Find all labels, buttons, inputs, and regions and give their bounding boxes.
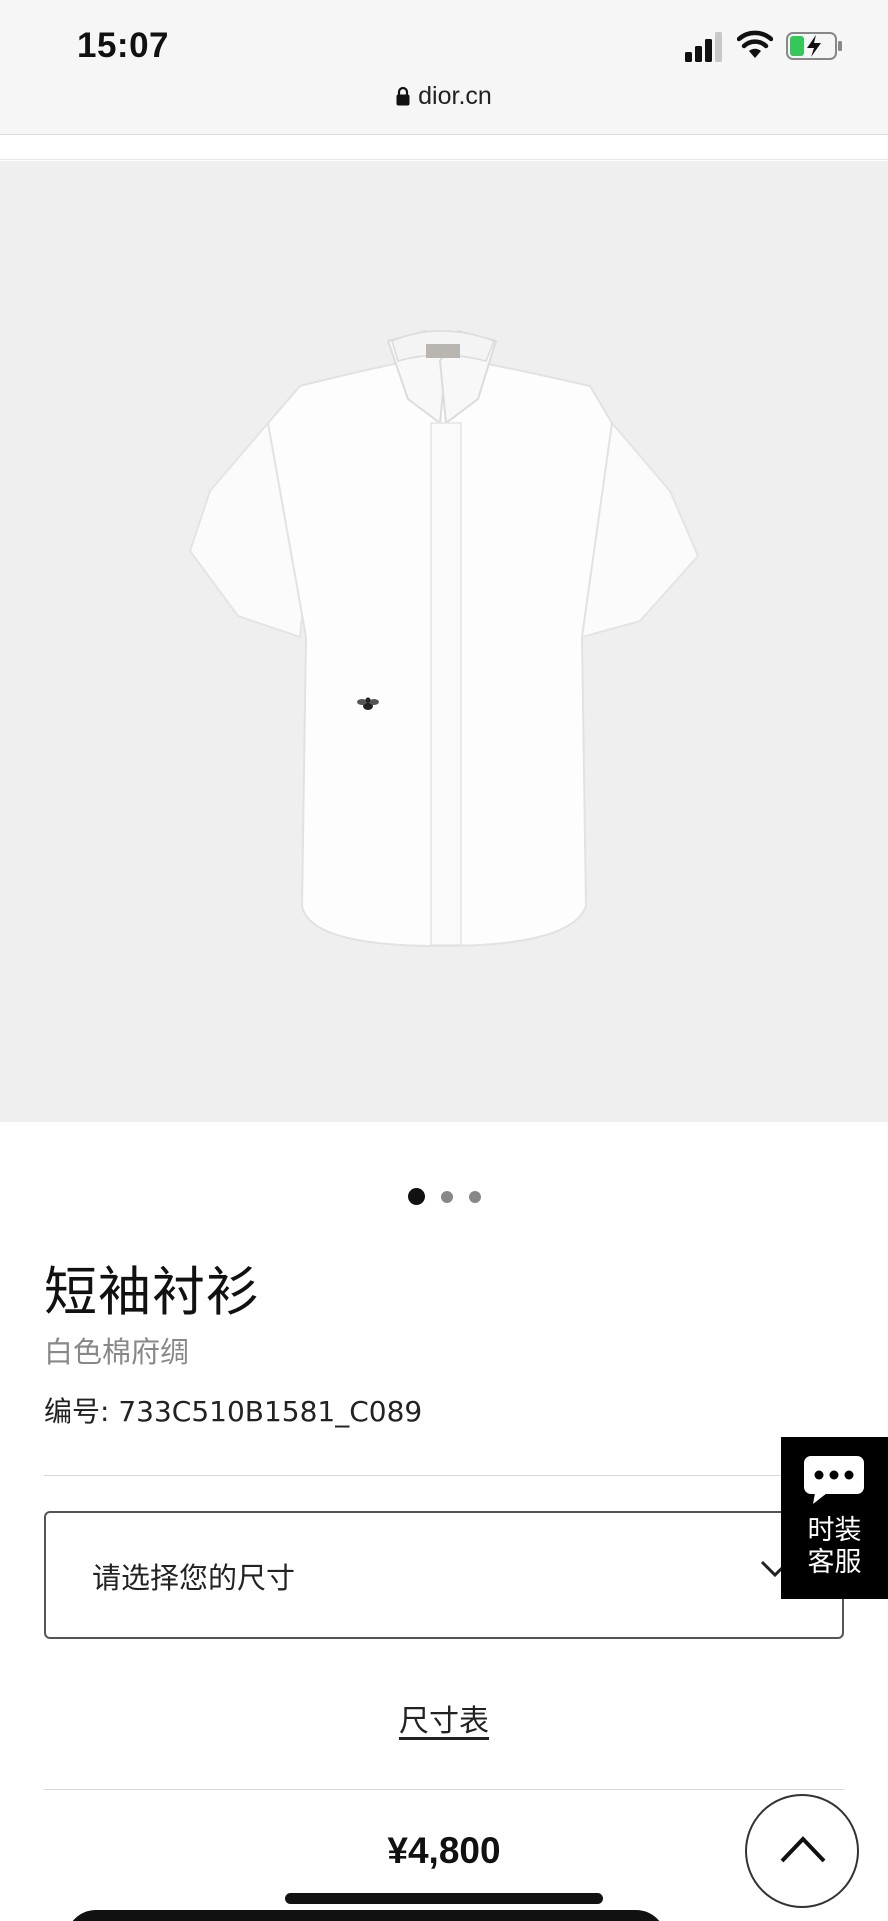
status-time: 15:07 [77, 26, 170, 65]
product-title: 短袖衬衫 [44, 1262, 260, 1323]
product-image-carousel[interactable] [0, 161, 888, 1122]
product-reference: 编号: 733C510B1581_C089 [44, 1395, 423, 1428]
chat-bubble-icon [804, 1456, 864, 1504]
size-select[interactable]: 请选择您的尺寸 [44, 1511, 844, 1639]
chevron-up-icon [780, 1836, 826, 1863]
chat-label-line1: 时装 [807, 1515, 862, 1546]
chat-label-line2: 客服 [807, 1547, 862, 1578]
header-strip [0, 135, 888, 160]
divider [44, 1789, 844, 1790]
size-select-placeholder: 请选择您的尺寸 [92, 1561, 296, 1595]
home-indicator[interactable] [285, 1893, 603, 1904]
scroll-to-top-button[interactable] [745, 1794, 859, 1908]
size-chart-link[interactable]: 尺寸表 [399, 1704, 489, 1739]
size-chart-link-row: 尺寸表 [0, 1696, 888, 1740]
carousel-dot-1[interactable] [407, 1188, 425, 1205]
product-image-shirt [0, 161, 888, 1122]
carousel-pagination [0, 1188, 888, 1205]
url-bar[interactable]: dior.cn [0, 82, 888, 111]
product-page: 15:07 dior.cn 短袖衬衫 白色棉府绸 编号: 733C510B158… [0, 0, 888, 1921]
fashion-customer-service-button[interactable]: 时装 客服 [781, 1437, 888, 1599]
url-text: dior.cn [418, 82, 492, 110]
carousel-dot-2[interactable] [440, 1190, 453, 1203]
divider [44, 1475, 844, 1476]
wifi-icon [737, 30, 773, 58]
browser-top-bar: 15:07 dior.cn [0, 0, 888, 135]
add-to-cart-button[interactable] [66, 1910, 666, 1921]
chat-label: 时装 客服 [781, 1515, 888, 1579]
lock-icon [396, 86, 410, 106]
product-subtitle: 白色棉府绸 [44, 1335, 190, 1369]
signal-icon [685, 32, 722, 62]
battery-charging-icon [786, 32, 842, 60]
carousel-dot-3[interactable] [468, 1190, 481, 1203]
